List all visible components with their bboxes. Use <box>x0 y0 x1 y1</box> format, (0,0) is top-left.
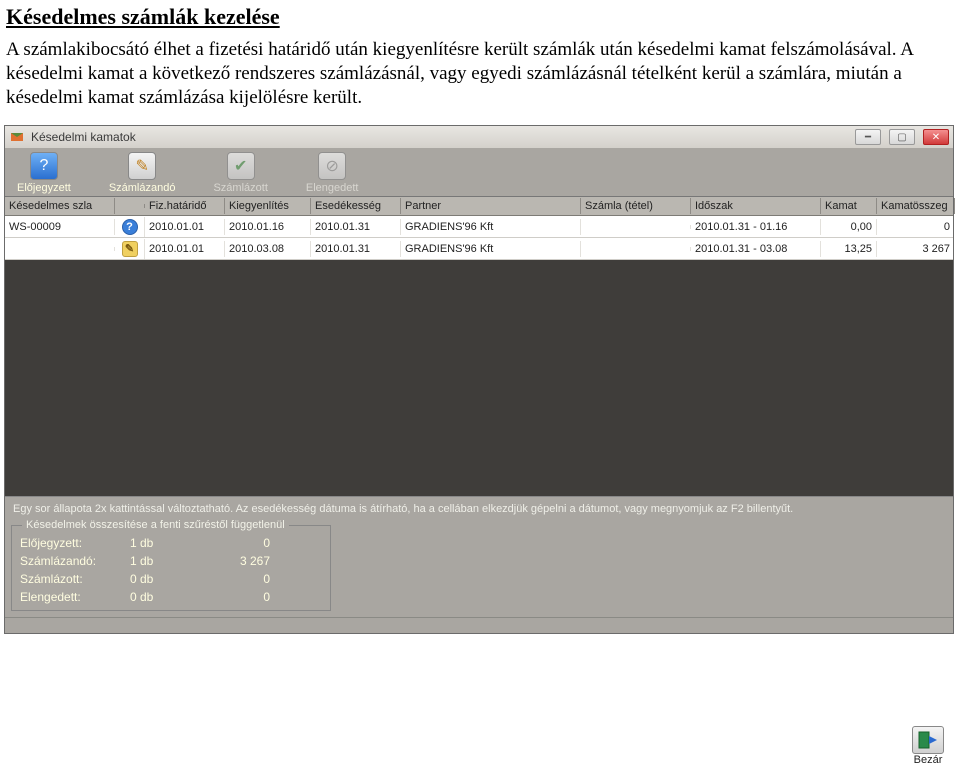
intro-paragraph: A számlakibocsátó élhet a fizetési határ… <box>0 36 960 125</box>
toolbar-elojegyzett[interactable]: ? Előjegyzett <box>17 152 71 194</box>
col-kamat[interactable]: Kamat <box>821 198 877 214</box>
summary-count: 0 db <box>130 572 190 586</box>
summary-groupbox: Késedelmek összesítése a fenti szűréstől… <box>11 525 331 611</box>
cell-szla[interactable] <box>5 247 115 251</box>
cancel-icon: ⊘ <box>318 152 346 180</box>
summary-label: Számlázott: <box>20 572 130 586</box>
summary-label: Előjegyzett: <box>20 536 130 550</box>
cell-esed[interactable]: 2010.01.31 <box>311 219 401 235</box>
summary-value: 0 <box>190 572 270 586</box>
close-button[interactable]: Bezár <box>904 726 952 766</box>
minimize-button[interactable]: ━ <box>855 129 881 145</box>
window-title: Késedelmi kamatok <box>31 130 855 144</box>
cell-idoszak[interactable]: 2010.01.31 - 01.16 <box>691 219 821 235</box>
summary-count: 1 db <box>130 536 190 550</box>
col-esedekesseg[interactable]: Esedékesség <box>311 198 401 214</box>
app-window: Késedelmi kamatok ━ ▢ ✕ ? Előjegyzett ✎ … <box>4 125 954 634</box>
col-icon[interactable] <box>115 204 145 208</box>
summary-value: 0 <box>190 590 270 604</box>
cell-partner[interactable]: GRADIENS'96 Kft <box>401 219 581 235</box>
summary-legend: Késedelmek összesítése a fenti szűréstől… <box>22 519 289 531</box>
cell-status-icon[interactable]: ✎ <box>115 239 145 259</box>
summary-label: Számlázandó: <box>20 554 130 568</box>
summary-label: Elengedett: <box>20 590 130 604</box>
col-fizhatarido[interactable]: Fiz.határidő <box>145 198 225 214</box>
cell-partner[interactable]: GRADIENS'96 Kft <box>401 241 581 257</box>
cell-tetel[interactable] <box>581 247 691 251</box>
cell-fiz[interactable]: 2010.01.01 <box>145 241 225 257</box>
summary-value: 0 <box>190 536 270 550</box>
cell-kamat[interactable]: 0,00 <box>821 219 877 235</box>
grid-body[interactable]: WS-00009 ? 2010.01.01 2010.01.16 2010.01… <box>5 216 953 496</box>
toolbar-szamlazott[interactable]: ✔ Számlázott <box>213 152 267 194</box>
statusbar <box>5 617 953 633</box>
summary-value: 3 267 <box>190 554 270 568</box>
page-title: Késedelmes számlák kezelése <box>0 0 960 36</box>
summary-count: 1 db <box>130 554 190 568</box>
question-icon: ? <box>122 219 138 235</box>
cell-status-icon[interactable]: ? <box>115 217 145 237</box>
table-row[interactable]: ✎ 2010.01.01 2010.03.08 2010.01.31 GRADI… <box>5 238 953 260</box>
hint-text: Egy sor állapota 2x kattintással változt… <box>5 496 953 521</box>
titlebar[interactable]: Késedelmi kamatok ━ ▢ ✕ <box>5 126 953 148</box>
col-idoszak[interactable]: Időszak <box>691 198 821 214</box>
data-grid: Késedelmes szla Fiz.határidő Kiegyenlíté… <box>5 196 953 496</box>
cell-osszeg[interactable]: 0 <box>877 219 953 235</box>
col-kesedelmes[interactable]: Késedelmes szla <box>5 198 115 214</box>
cell-idoszak[interactable]: 2010.01.31 - 03.08 <box>691 241 821 257</box>
pencil-icon: ✎ <box>128 152 156 180</box>
cell-szla[interactable]: WS-00009 <box>5 219 115 235</box>
grid-header-row: Késedelmes szla Fiz.határidő Kiegyenlíté… <box>5 197 953 216</box>
col-szamlatetel[interactable]: Számla (tétel) <box>581 198 691 214</box>
app-icon <box>9 129 25 145</box>
toolbar-elengedett[interactable]: ⊘ Elengedett <box>306 152 359 194</box>
exit-icon <box>912 726 944 754</box>
cell-fiz[interactable]: 2010.01.01 <box>145 219 225 235</box>
check-icon: ✔ <box>227 152 255 180</box>
summary-count: 0 db <box>130 590 190 604</box>
question-icon: ? <box>30 152 58 180</box>
col-partner[interactable]: Partner <box>401 198 581 214</box>
pencil-icon: ✎ <box>122 241 138 257</box>
cell-esed[interactable]: 2010.01.31 <box>311 241 401 257</box>
col-kiegyenlites[interactable]: Kiegyenlítés <box>225 198 311 214</box>
close-window-button[interactable]: ✕ <box>923 129 949 145</box>
cell-kiegy[interactable]: 2010.03.08 <box>225 241 311 257</box>
toolbar-szamlazando[interactable]: ✎ Számlázandó <box>109 152 176 194</box>
cell-osszeg[interactable]: 3 267 <box>877 241 953 257</box>
cell-kamat[interactable]: 13,25 <box>821 241 877 257</box>
cell-tetel[interactable] <box>581 225 691 229</box>
table-row[interactable]: WS-00009 ? 2010.01.01 2010.01.16 2010.01… <box>5 216 953 238</box>
col-kamatosszeg[interactable]: Kamatösszeg <box>877 198 955 214</box>
toolbar: ? Előjegyzett ✎ Számlázandó ✔ Számlázott… <box>5 148 953 196</box>
maximize-button[interactable]: ▢ <box>889 129 915 145</box>
cell-kiegy[interactable]: 2010.01.16 <box>225 219 311 235</box>
